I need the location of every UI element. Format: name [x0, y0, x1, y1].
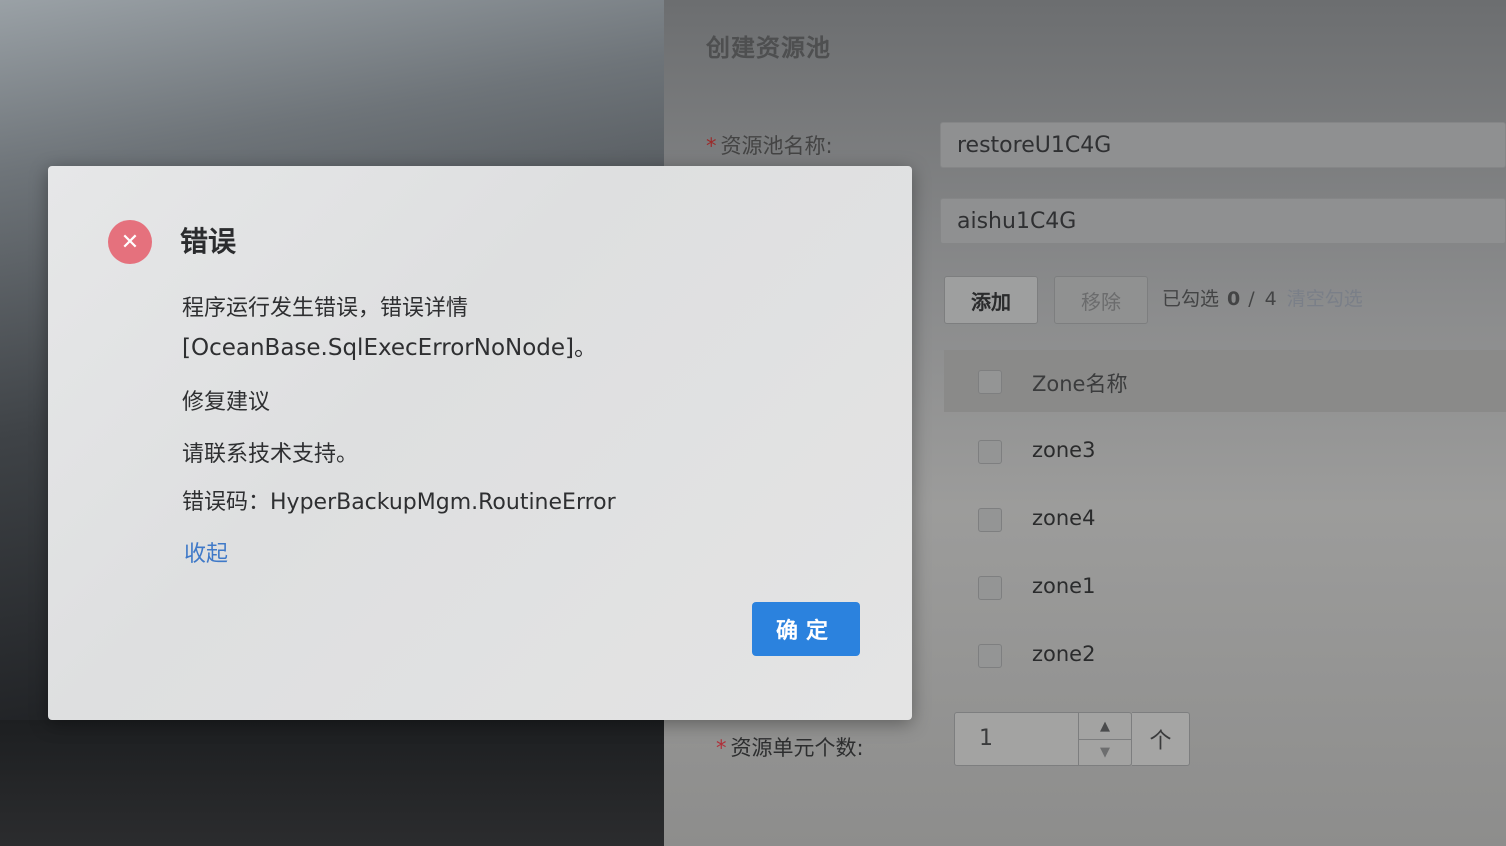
close-circle-icon: ✕ [108, 220, 152, 264]
caret-up-icon[interactable]: ▲ [1079, 713, 1131, 740]
fix-text: 请联系技术支持。 [182, 442, 359, 467]
fix-heading: 修复建议 [182, 390, 271, 415]
unit-spec-select[interactable]: aishu1C4G [940, 198, 1506, 244]
pool-name-input[interactable]: restoreU1C4G [940, 122, 1506, 168]
row-checkbox[interactable] [978, 644, 1002, 668]
error-message-line2: [OceanBase.SqlExecErrorNoNode]。 [182, 335, 598, 361]
stepper-controls: ▲ ▼ [1078, 713, 1131, 765]
remove-zone-button[interactable]: 移除 [1054, 276, 1148, 324]
selected-prefix: 已勾选 [1162, 288, 1220, 310]
ok-button[interactable]: 确定 [752, 602, 860, 656]
add-zone-button[interactable]: 添加 [944, 276, 1038, 324]
selected-count: 0 [1227, 288, 1241, 310]
row-checkbox[interactable] [978, 508, 1002, 532]
zone-name: zone1 [1032, 574, 1096, 598]
total-count: 4 [1264, 288, 1277, 310]
caret-down-icon[interactable]: ▼ [1079, 739, 1131, 765]
unit-count-value: 1 [979, 726, 993, 751]
unit-count-stepper[interactable]: 1 ▲ ▼ [954, 712, 1132, 766]
row-checkbox[interactable] [978, 576, 1002, 600]
row-checkbox[interactable] [978, 440, 1002, 464]
zone-table-header: Zone名称 [944, 350, 1506, 412]
unit-suffix: 个 [1132, 712, 1190, 766]
select-all-checkbox[interactable] [978, 370, 1002, 394]
zone-name: zone3 [1032, 438, 1096, 462]
pool-name-label-text: 资源池名称: [720, 134, 833, 158]
error-code: 错误码：HyperBackupMgm.RoutineError [182, 490, 616, 515]
required-mark: * [706, 134, 717, 158]
page-title: 创建资源池 [706, 34, 831, 62]
clear-selection-link[interactable]: 清空勾选 [1287, 288, 1363, 310]
selection-info: 已勾选 0 / 4 清空勾选 [1162, 284, 1363, 311]
required-mark: * [716, 736, 727, 760]
table-row[interactable]: zone1 [944, 552, 1506, 620]
table-row[interactable]: zone4 [944, 484, 1506, 552]
zone-header-label: Zone名称 [1032, 372, 1128, 396]
background-bottom [0, 720, 680, 846]
unit-count-label-text: 资源单元个数: [730, 736, 864, 760]
zone-name: zone2 [1032, 642, 1096, 666]
error-dialog: ✕ 错误 程序运行发生错误，错误详情 [OceanBase.SqlExecErr… [48, 166, 912, 720]
table-row[interactable]: zone2 [944, 620, 1506, 688]
selection-separator: / [1248, 288, 1255, 310]
unit-count-label: * 资源单元个数: [716, 732, 864, 762]
collapse-link[interactable]: 收起 [184, 536, 228, 568]
error-message-line1: 程序运行发生错误，错误详情 [182, 296, 469, 321]
table-row[interactable]: zone3 [944, 416, 1506, 484]
zone-name: zone4 [1032, 506, 1096, 530]
pool-name-label: * 资源池名称: [706, 130, 833, 160]
dialog-title: 错误 [180, 225, 237, 258]
